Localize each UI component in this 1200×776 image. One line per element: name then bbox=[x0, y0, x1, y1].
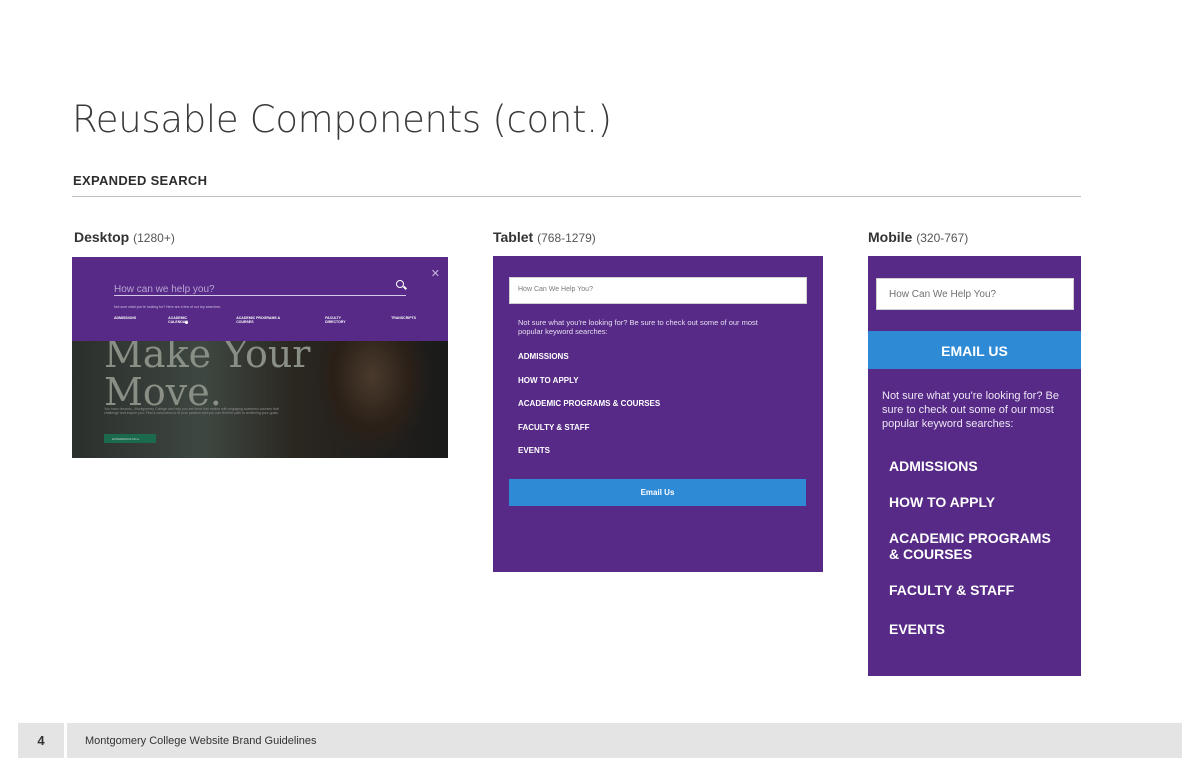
desktop-link[interactable]: FACULTY DIRECTORY bbox=[325, 316, 359, 324]
desktop-hero-line2: Move. bbox=[104, 370, 222, 414]
page-footer: 4 Montgomery College Website Brand Guide… bbox=[18, 723, 1182, 758]
tablet-link[interactable]: ADMISSIONS bbox=[518, 352, 660, 376]
desktop-cta-button[interactable]: EXPERIENCE MC ▸ bbox=[104, 434, 156, 443]
mobile-label: Mobile (320-767) bbox=[868, 229, 968, 245]
mobile-link[interactable]: ADMISSIONS bbox=[889, 458, 978, 474]
desktop-hero-copy: You have dreams—Montgomery College can h… bbox=[104, 407, 279, 415]
mobile-mockup: How Can We Help You? EMAIL US Not sure w… bbox=[868, 256, 1081, 676]
mobile-label-range: (320-767) bbox=[916, 231, 969, 245]
mobile-email-label: EMAIL US bbox=[941, 343, 1008, 359]
desktop-search-placeholder: How can we help you? bbox=[114, 284, 215, 295]
tablet-label-range: (768-1279) bbox=[537, 231, 596, 245]
mobile-link[interactable]: FACULTY & STAFF bbox=[889, 582, 1014, 598]
desktop-label-name: Desktop bbox=[74, 229, 130, 245]
tablet-email-button[interactable]: Email Us bbox=[509, 479, 806, 506]
mobile-link[interactable]: ACADEMIC PROGRAMS & COURSES bbox=[889, 530, 1059, 562]
desktop-search-input[interactable]: How can we help you? bbox=[114, 279, 406, 296]
section-divider bbox=[72, 196, 1081, 197]
desktop-hero-title: Make Your Move. bbox=[104, 335, 310, 411]
mobile-link[interactable]: HOW TO APPLY bbox=[889, 494, 995, 510]
desktop-link[interactable]: ACADEMIC PROGRAMS & COURSES bbox=[236, 316, 293, 324]
tablet-mockup: How Can We Help You? Not sure what you'r… bbox=[493, 256, 823, 572]
close-icon[interactable]: ✕ bbox=[431, 267, 440, 280]
tablet-search-placeholder: How Can We Help You? bbox=[518, 286, 593, 293]
mobile-label-name: Mobile bbox=[868, 229, 913, 245]
tablet-search-input[interactable]: How Can We Help You? bbox=[509, 277, 807, 304]
desktop-cursor-dot bbox=[185, 321, 188, 324]
desktop-cta-label: EXPERIENCE MC ▸ bbox=[112, 437, 140, 441]
desktop-search-overlay: ✕ How can we help you? Not sure what you… bbox=[72, 257, 448, 341]
tablet-link[interactable]: ACADEMIC PROGRAMS & COURSES bbox=[518, 399, 660, 423]
mobile-search-placeholder: How Can We Help You? bbox=[889, 289, 997, 300]
page-number: 4 bbox=[37, 733, 45, 748]
tablet-link[interactable]: EVENTS bbox=[518, 446, 660, 470]
tablet-keyword-links: ADMISSIONS HOW TO APPLY ACADEMIC PROGRAM… bbox=[518, 352, 660, 470]
search-icon[interactable] bbox=[396, 280, 404, 288]
desktop-label-range: (1280+) bbox=[133, 231, 175, 245]
mobile-search-input[interactable]: How Can We Help You? bbox=[876, 278, 1074, 310]
section-heading: EXPANDED SEARCH bbox=[73, 173, 208, 188]
desktop-search-hint: Not sure what you're looking for? Here a… bbox=[114, 305, 221, 309]
desktop-link[interactable]: TRANSCRIPTS bbox=[391, 316, 416, 324]
tablet-search-hint: Not sure what you're looking for? Be sur… bbox=[518, 318, 758, 336]
desktop-mockup: Make Your Move. You have dreams—Montgome… bbox=[72, 257, 448, 458]
tablet-link[interactable]: HOW TO APPLY bbox=[518, 376, 660, 400]
mobile-link[interactable]: EVENTS bbox=[889, 621, 945, 637]
desktop-label: Desktop (1280+) bbox=[74, 229, 175, 245]
tablet-label: Tablet (768-1279) bbox=[493, 229, 596, 245]
desktop-link[interactable]: ADMISSIONS bbox=[114, 316, 136, 324]
mobile-email-button[interactable]: EMAIL US bbox=[868, 331, 1081, 369]
tablet-label-name: Tablet bbox=[493, 229, 534, 245]
mobile-search-hint: Not sure what you're looking for? Be sur… bbox=[882, 390, 1059, 430]
tablet-email-label: Email Us bbox=[640, 488, 675, 497]
page-title: Reusable Components (cont.) bbox=[72, 98, 612, 141]
desktop-hero-person bbox=[312, 341, 432, 458]
tablet-link[interactable]: FACULTY & STAFF bbox=[518, 423, 660, 447]
desktop-keyword-links: ADMISSIONS ACADEMIC CALENDAR ACADEMIC PR… bbox=[114, 316, 448, 324]
footer-divider bbox=[64, 723, 67, 758]
footer-title: Montgomery College Website Brand Guideli… bbox=[85, 735, 317, 747]
